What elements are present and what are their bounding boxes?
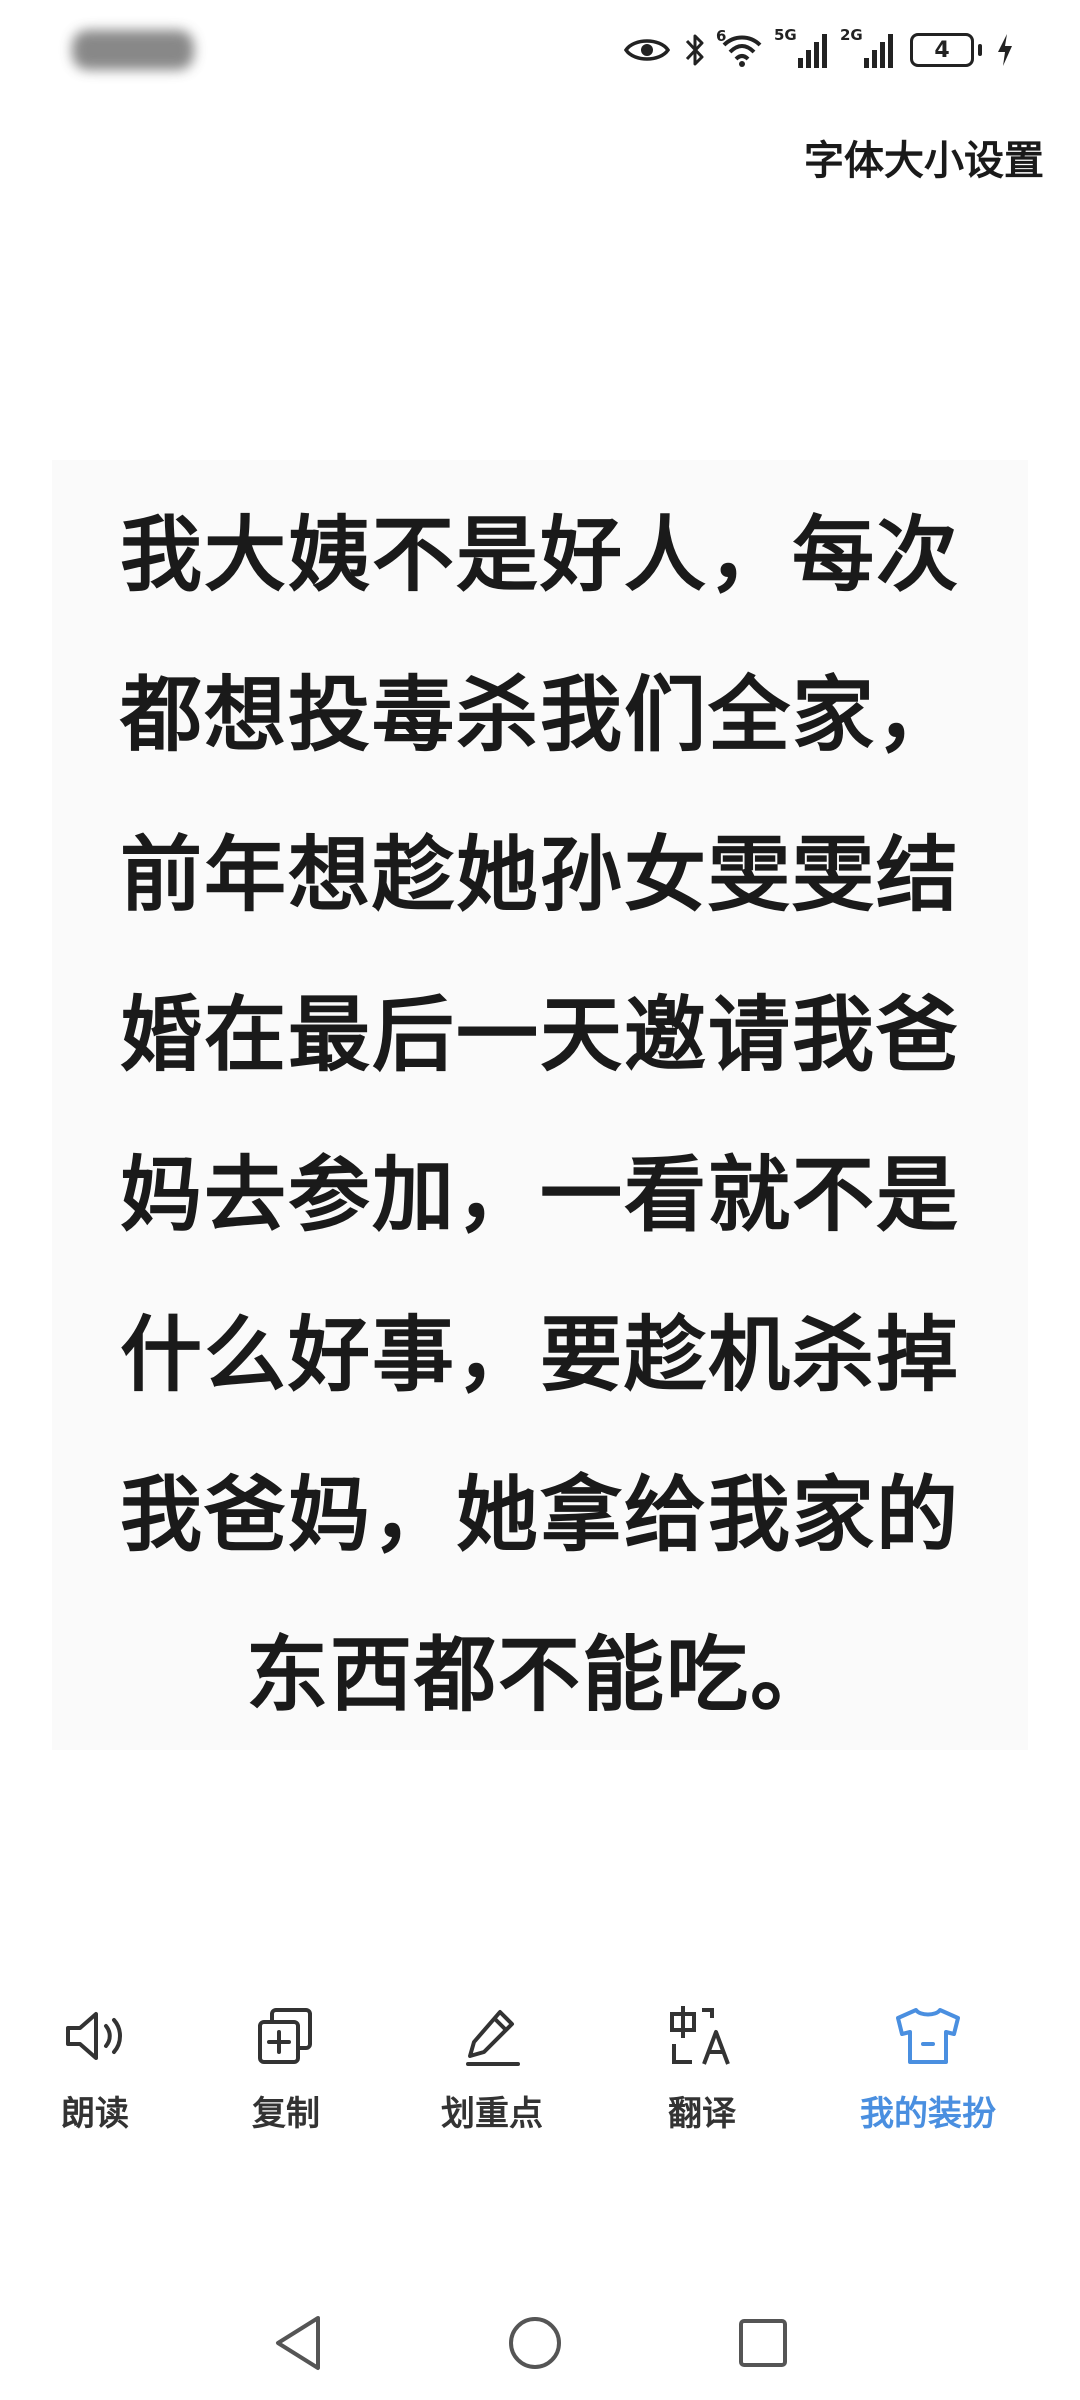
signal-5g-icon: 5G — [774, 26, 830, 70]
speaker-icon — [60, 2000, 130, 2072]
back-triangle-icon — [272, 2314, 326, 2376]
shirt-icon — [892, 2000, 964, 2072]
action-toolbar: 朗读 复制 划重点 翻译 我的装扮 — [0, 2000, 1080, 2170]
system-nav-bar — [0, 2290, 1080, 2400]
eye-icon — [624, 35, 670, 65]
home-circle-icon — [506, 2314, 564, 2376]
status-bar: 6 5G 2G 4 — [0, 0, 1080, 100]
translate-icon — [668, 2000, 736, 2072]
signal-2g-icon: 2G — [840, 26, 896, 70]
back-button[interactable] — [264, 2310, 334, 2380]
translate-button[interactable]: 翻译 — [602, 2000, 802, 2135]
tool-label-outfit: 我的装扮 — [860, 2094, 996, 2134]
bluetooth-icon — [684, 31, 706, 69]
tool-label-read: 朗读 — [61, 2094, 129, 2134]
recents-square-icon — [737, 2317, 789, 2373]
copy-icon — [254, 2000, 318, 2072]
battery-icon: 4 — [910, 33, 974, 67]
tool-label-copy: 复制 — [252, 2094, 320, 2134]
highlight-button[interactable]: 划重点 — [392, 2000, 592, 2135]
pen-icon — [460, 2000, 524, 2072]
enlarged-text: 我大姨不是好人，每次都想投毒杀我们全家，前年想趁她孙女雯雯结婚在最后一天邀请我爸… — [119, 508, 960, 1723]
recents-button[interactable] — [728, 2310, 798, 2380]
tool-label-translate: 翻译 — [668, 2094, 736, 2134]
charging-icon — [996, 32, 1014, 68]
font-size-setting-link[interactable]: 字体大小设置 — [804, 128, 1044, 186]
home-button[interactable] — [500, 2310, 570, 2380]
my-outfit-button[interactable]: 我的装扮 — [828, 2000, 1028, 2135]
status-icons: 6 5G 2G 4 — [624, 24, 1014, 76]
time-blurred — [72, 30, 194, 70]
read-aloud-button[interactable]: 朗读 — [0, 2000, 195, 2135]
battery-cap — [978, 44, 982, 56]
copy-button[interactable]: 复制 — [186, 2000, 386, 2135]
tool-label-highlight: 划重点 — [441, 2094, 543, 2134]
wifi-icon: 6 — [716, 27, 764, 69]
